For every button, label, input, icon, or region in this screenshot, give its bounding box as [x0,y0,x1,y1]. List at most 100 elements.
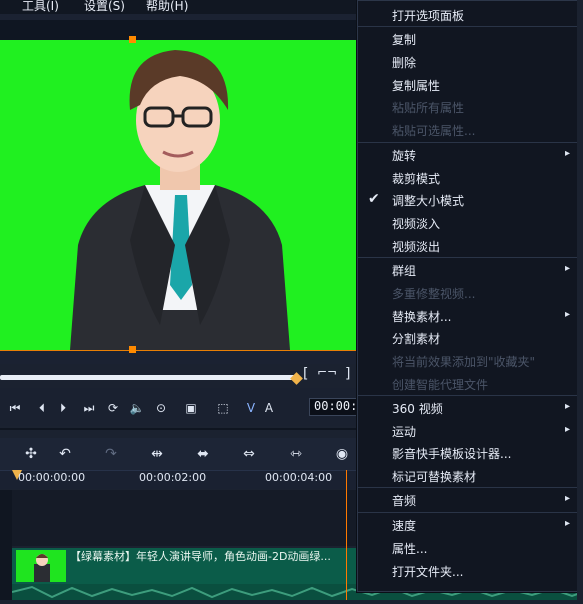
submenu-arrow-icon: ▸ [564,148,570,159]
aspect-ratio-icon[interactable]: ▣ [182,400,200,416]
scrub-bar[interactable] [0,375,300,380]
menu-item-paste-selected-attributes: 粘贴可选属性... [358,119,578,141]
right-edge-panel [577,0,583,600]
ruler-label: 00:00:04:00 [265,471,333,484]
trim-icon[interactable]: ⌐¬ [317,365,337,379]
clip-title: 【绿幕素材】年轻人演讲导师，角色动画-2D动画绿... [70,550,331,563]
menu-item-label: 打开选项面板 [392,9,465,23]
menu-item-delete[interactable]: 删除 [358,51,578,73]
menu-separator [358,26,578,27]
menu-settings[interactable]: 设置(S) [84,0,125,14]
volume-icon[interactable]: 🔈 [128,400,146,416]
video-mode-label[interactable]: V [242,400,260,416]
menu-item-label: 360 视频 [392,402,443,416]
track-header-strip [0,490,12,600]
menu-item-mark-replaceable[interactable]: 标记可替换素材 [358,465,578,487]
menu-item-motion[interactable]: 运动 ▸ [358,420,578,442]
split-icon[interactable]: ⇔ [240,446,258,462]
menu-separator [358,487,578,488]
undo-icon[interactable]: ↶ [56,446,74,462]
go-to-start-icon[interactable]: ⏮ [6,400,24,416]
menu-item-label: 粘贴所有属性 [392,101,465,115]
track-motion-icon[interactable]: ⇿ [287,446,305,462]
menu-item-rotate[interactable]: 旋转 ▸ [358,144,578,166]
menu-item-label: 分割素材 [392,332,441,346]
menu-item-label: 音频 [392,494,417,508]
menu-item-label: 影音快手模板设计器... [392,447,512,461]
menu-item-template-designer[interactable]: 影音快手模板设计器... [358,442,578,464]
preview-top-strip [0,20,356,42]
menu-separator [358,395,578,396]
menu-item-label: 打开文件夹... [392,565,464,579]
menu-item-add-to-favorites: 将当前效果添加到"收藏夹" [358,350,578,372]
play-icon[interactable]: ⏵ [54,400,72,416]
menu-item-video-fade-out[interactable]: 视频淡出 [358,235,578,257]
resize-handle-bottom[interactable] [129,346,136,353]
menu-separator [358,142,578,143]
menu-item-label: 视频淡出 [392,240,441,254]
fit-timeline-icon[interactable]: ⇹ [148,446,166,462]
menu-item-label: 复制 [392,33,417,47]
menu-item-360-video[interactable]: 360 视频 ▸ [358,397,578,419]
record-icon[interactable]: ◉ [333,446,351,462]
submenu-arrow-icon: ▸ [564,518,570,529]
menu-item-paste-all-attributes: 粘贴所有属性 [358,96,578,118]
menu-item-open-folder[interactable]: 打开文件夹... [358,560,578,582]
menu-item-label: 速度 [392,519,417,533]
menu-item-label: 删除 [392,56,417,70]
submenu-arrow-icon: ▸ [564,493,570,504]
zoom-fit-icon[interactable]: ⬌ [194,446,212,462]
menu-item-label: 替换素材... [392,310,452,324]
menu-item-open-options[interactable]: 打开选项面板 [358,4,578,26]
menu-item-properties[interactable]: 属性... [358,537,578,559]
menu-item-split-clip[interactable]: 分割素材 [358,327,578,349]
menu-separator [358,512,578,513]
selection-icon[interactable]: ⬚ [214,400,232,416]
submenu-arrow-icon: ▸ [564,424,570,435]
clip-thumbnail-figure [34,554,50,582]
menu-tools[interactable]: 工具(I) [22,0,59,14]
menu-item-multi-trim-video: 多重修整视频... [358,282,578,304]
menu-item-video-fade-in[interactable]: 视频淡入 [358,212,578,234]
menu-item-speed[interactable]: 速度 ▸ [358,514,578,536]
menu-item-label: 复制属性 [392,79,441,93]
360-view-icon[interactable]: ⊙ [152,400,170,416]
menu-item-resize-mode[interactable]: ✔ 调整大小模式 [358,189,578,211]
menu-item-copy-attributes[interactable]: 复制属性 [358,74,578,96]
submenu-arrow-icon: ▸ [564,401,570,412]
previous-frame-icon[interactable]: ⏴ [33,400,51,416]
menu-item-audio[interactable]: 音频 ▸ [358,489,578,511]
menu-item-label: 旋转 [392,149,417,163]
menu-item-label: 多重修整视频... [392,287,476,301]
menu-item-label: 调整大小模式 [392,194,465,208]
menu-item-crop-mode[interactable]: 裁剪模式 [358,167,578,189]
preview-bottom-border [0,350,356,351]
audio-mode-label[interactable]: A [260,400,278,416]
menu-item-replace-clip[interactable]: 替换素材... ▸ [358,305,578,327]
mark-out-bracket[interactable]: ] [345,366,350,382]
tools-icon[interactable]: ✣ [22,446,40,462]
menu-help[interactable]: 帮助(H) [146,0,188,14]
resize-handle-top[interactable] [129,36,136,43]
menu-item-label: 裁剪模式 [392,172,441,186]
menu-item-create-proxy: 创建智能代理文件 [358,373,578,395]
menu-item-label: 标记可替换素材 [392,470,477,484]
menu-item-label: 属性... [392,542,428,556]
loop-icon[interactable]: ⟳ [104,400,122,416]
context-menu: 打开选项面板 复制 删除 复制属性 粘贴所有属性 粘贴可选属性... 旋转 ▸ … [357,0,579,592]
ruler-label: 00:00:02:00 [139,471,207,484]
menu-item-copy[interactable]: 复制 [358,28,578,50]
menu-item-label: 运动 [392,425,417,439]
menu-item-label: 视频淡入 [392,217,441,231]
check-icon: ✔ [368,191,380,207]
preview-canvas[interactable] [0,40,356,350]
menu-item-label: 群组 [392,264,417,278]
submenu-arrow-icon: ▸ [564,263,570,274]
presenter-illustration [70,50,290,350]
mark-in-bracket[interactable]: [ [303,366,308,382]
go-to-end-icon[interactable]: ⏭ [80,400,98,416]
menu-item-group[interactable]: 群组 ▸ [358,259,578,281]
redo-icon[interactable]: ↷ [102,446,120,462]
current-time-line [346,470,347,600]
menu-separator [358,257,578,258]
